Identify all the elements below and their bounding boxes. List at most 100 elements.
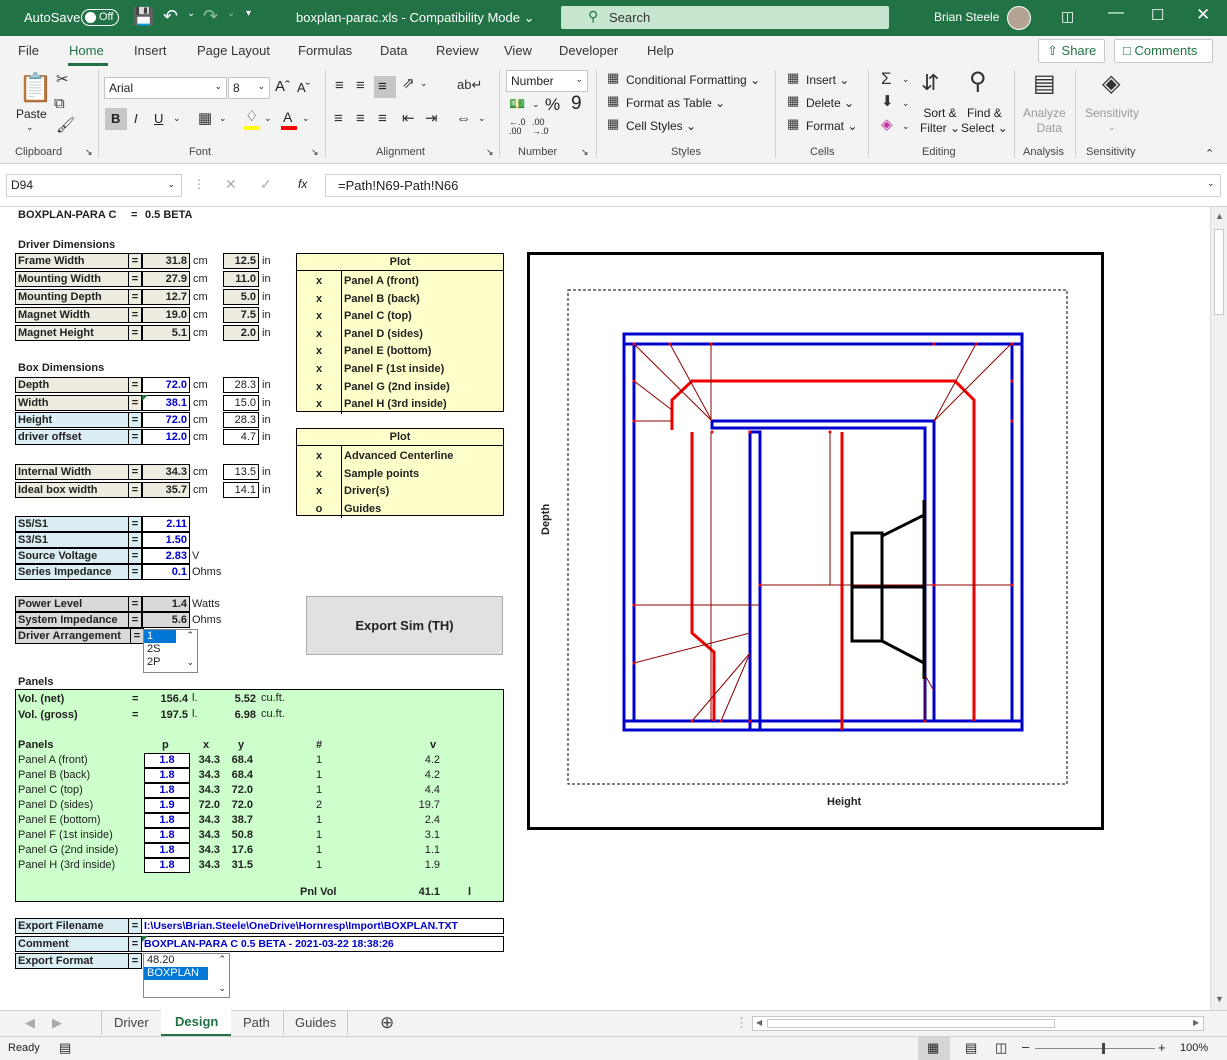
tab-split-icon[interactable]: ⋮ xyxy=(735,1015,748,1031)
autosum-dropdown-icon[interactable]: ⌄ xyxy=(902,74,910,85)
close-icon[interactable]: ✕ xyxy=(1196,5,1210,25)
format-option[interactable]: 48.20 xyxy=(144,954,229,967)
align-right-icon[interactable]: ≡ xyxy=(378,111,387,126)
plot-toggle[interactable]: x xyxy=(297,465,341,483)
expand-formula-icon[interactable]: ⌄ xyxy=(1207,178,1215,189)
scroll-up-icon[interactable]: ▲ xyxy=(1215,211,1224,221)
plot-toggle[interactable]: x xyxy=(297,307,341,325)
maximize-icon[interactable]: ☐ xyxy=(1151,6,1164,24)
align-center-icon[interactable]: ≡ xyxy=(356,111,365,126)
find-select-button[interactable]: Find & Select ⌄ xyxy=(961,106,1008,136)
plot-toggle[interactable]: x xyxy=(297,342,341,360)
worksheet[interactable]: BOXPLAN-PARA C = 0.5 BETA Driver Dimensi… xyxy=(0,207,1210,1010)
currency-dropdown-icon[interactable]: ⌄ xyxy=(532,99,540,110)
borders-icon[interactable]: ▦ xyxy=(198,111,212,126)
plot-toggle[interactable]: x xyxy=(297,325,341,343)
tab-data[interactable]: Data xyxy=(380,43,407,58)
font-size-select[interactable]: 8 ⌄ xyxy=(228,77,270,99)
scroll-down-icon[interactable]: ▼ xyxy=(1215,994,1224,1004)
export-sim-button[interactable]: Export Sim (TH) xyxy=(306,596,503,655)
zoom-level[interactable]: 100% xyxy=(1180,1042,1208,1054)
align-top-icon[interactable]: ≡ xyxy=(335,78,344,93)
italic-button[interactable]: I xyxy=(134,111,138,126)
comma-button[interactable]: 9 xyxy=(571,93,582,115)
cm-value[interactable]: 31.8 xyxy=(142,253,190,269)
decrease-font-icon[interactable]: Aˇ xyxy=(297,80,310,95)
panel-thickness-input[interactable]: 1.8 xyxy=(144,768,190,783)
name-box[interactable]: D94 ⌄ xyxy=(6,174,182,197)
cm-value[interactable]: 19.0 xyxy=(142,307,190,323)
accessibility-icon[interactable]: ▤ xyxy=(59,1040,71,1056)
underline-button[interactable]: U xyxy=(154,111,163,126)
insert-cells-button[interactable]: Insert ⌄ xyxy=(806,73,849,87)
orientation-dropdown-icon[interactable]: ⌄ xyxy=(420,78,428,89)
sort-filter-button[interactable]: Sort & Filter ⌄ xyxy=(920,106,960,136)
tab-formulas[interactable]: Formulas xyxy=(298,43,352,58)
redo-icon[interactable]: ↷ xyxy=(203,6,218,27)
align-middle-icon[interactable]: ≡ xyxy=(356,78,365,93)
sheet-tab-driver[interactable]: Driver xyxy=(114,1015,149,1030)
insert-function-icon[interactable]: fx xyxy=(298,177,307,191)
increase-font-icon[interactable]: Aˆ xyxy=(275,78,290,95)
plot-toggle[interactable]: x xyxy=(297,290,341,308)
plot-toggle[interactable]: x xyxy=(297,482,341,500)
value-input[interactable]: 2.11 xyxy=(142,516,190,532)
avatar[interactable] xyxy=(1007,6,1031,30)
list-scroll-down-icon[interactable]: ⌄ xyxy=(186,657,194,668)
decrease-decimal-icon[interactable]: .00 →.0 xyxy=(532,118,549,136)
tab-developer[interactable]: Developer xyxy=(559,43,618,58)
sheet-tab-path[interactable]: Path xyxy=(243,1015,270,1030)
format-painter-icon[interactable]: 🖌 xyxy=(56,118,75,133)
currency-icon[interactable]: 💵 xyxy=(509,97,525,110)
horizontal-scrollbar[interactable]: ◀ ▶ xyxy=(752,1016,1204,1031)
panel-thickness-input[interactable]: 1.8 xyxy=(144,783,190,798)
decrease-indent-icon[interactable]: ⇤ xyxy=(402,111,415,126)
cm-value[interactable]: 12.7 xyxy=(142,289,190,305)
list-scroll-up-icon[interactable]: ⌃ xyxy=(186,630,194,641)
scroll-left-icon[interactable]: ◀ xyxy=(756,1018,762,1027)
value-input[interactable]: 2.83 xyxy=(142,548,190,564)
value-input[interactable]: 0.1 xyxy=(142,564,190,580)
cm-input[interactable]: 72.0 xyxy=(142,412,190,428)
search-box[interactable]: ⚲ Search xyxy=(561,6,889,29)
scroll-thumb[interactable] xyxy=(1214,229,1224,315)
sheet-tab-design[interactable]: Design xyxy=(161,1010,231,1036)
panel-thickness-input[interactable]: 1.8 xyxy=(144,843,190,858)
number-launcher-icon[interactable]: ↘ xyxy=(581,147,589,158)
cell-styles-button[interactable]: Cell Styles ⌄ xyxy=(626,119,696,133)
tab-review[interactable]: Review xyxy=(436,43,479,58)
format-option[interactable]: BOXPLAN xyxy=(144,967,208,980)
panel-thickness-input[interactable]: 1.8 xyxy=(144,753,190,768)
tab-file[interactable]: File xyxy=(18,43,39,58)
merge-dropdown-icon[interactable]: ⌄ xyxy=(478,113,486,124)
delete-cells-button[interactable]: Delete ⌄ xyxy=(806,96,854,110)
clear-icon[interactable]: ◈ xyxy=(881,117,893,132)
tab-view[interactable]: View xyxy=(504,43,532,58)
sort-filter-icon[interactable]: ⇵ xyxy=(921,72,939,94)
alignment-launcher-icon[interactable]: ↘ xyxy=(486,147,494,158)
clear-dropdown-icon[interactable]: ⌄ xyxy=(902,121,910,132)
formula-input[interactable]: =Path!N69-Path!N66 xyxy=(325,174,1221,197)
panel-thickness-input[interactable]: 1.9 xyxy=(144,798,190,813)
undo-icon[interactable]: ↶ xyxy=(163,6,178,27)
percent-button[interactable]: % xyxy=(545,95,560,115)
prev-sheet-icon[interactable]: ◀ xyxy=(25,1015,35,1031)
paste-icon[interactable]: 📋 xyxy=(18,74,53,102)
list-scroll-down-icon[interactable]: ⌄ xyxy=(218,983,226,994)
zoom-slider[interactable] xyxy=(1035,1048,1155,1049)
export-comment-input[interactable]: BOXPLAN-PARA C 0.5 BETA - 2021-03-22 18:… xyxy=(141,936,504,952)
tab-page-layout[interactable]: Page Layout xyxy=(197,43,270,58)
wrap-text-icon[interactable]: ab↵ xyxy=(457,78,482,91)
tab-home[interactable]: Home xyxy=(69,43,104,58)
fill-color-icon[interactable]: ♢ xyxy=(245,109,258,124)
font-family-select[interactable]: Arial ⌄ xyxy=(104,77,227,99)
merge-center-icon[interactable]: ⇔ xyxy=(456,111,471,126)
share-button[interactable]: ⇧ Share xyxy=(1038,39,1105,63)
paste-label[interactable]: Paste xyxy=(16,107,47,121)
align-bottom-button[interactable]: ≡ xyxy=(374,76,396,98)
underline-dropdown-icon[interactable]: ⌄ xyxy=(173,113,181,124)
find-select-icon[interactable]: ⚲ xyxy=(969,70,987,94)
export-format-list[interactable]: 48.20 BOXPLAN ⌃ ⌄ xyxy=(143,953,230,998)
fill-dropdown-icon[interactable]: ⌄ xyxy=(902,98,910,109)
cm-value[interactable]: 5.1 xyxy=(142,325,190,341)
